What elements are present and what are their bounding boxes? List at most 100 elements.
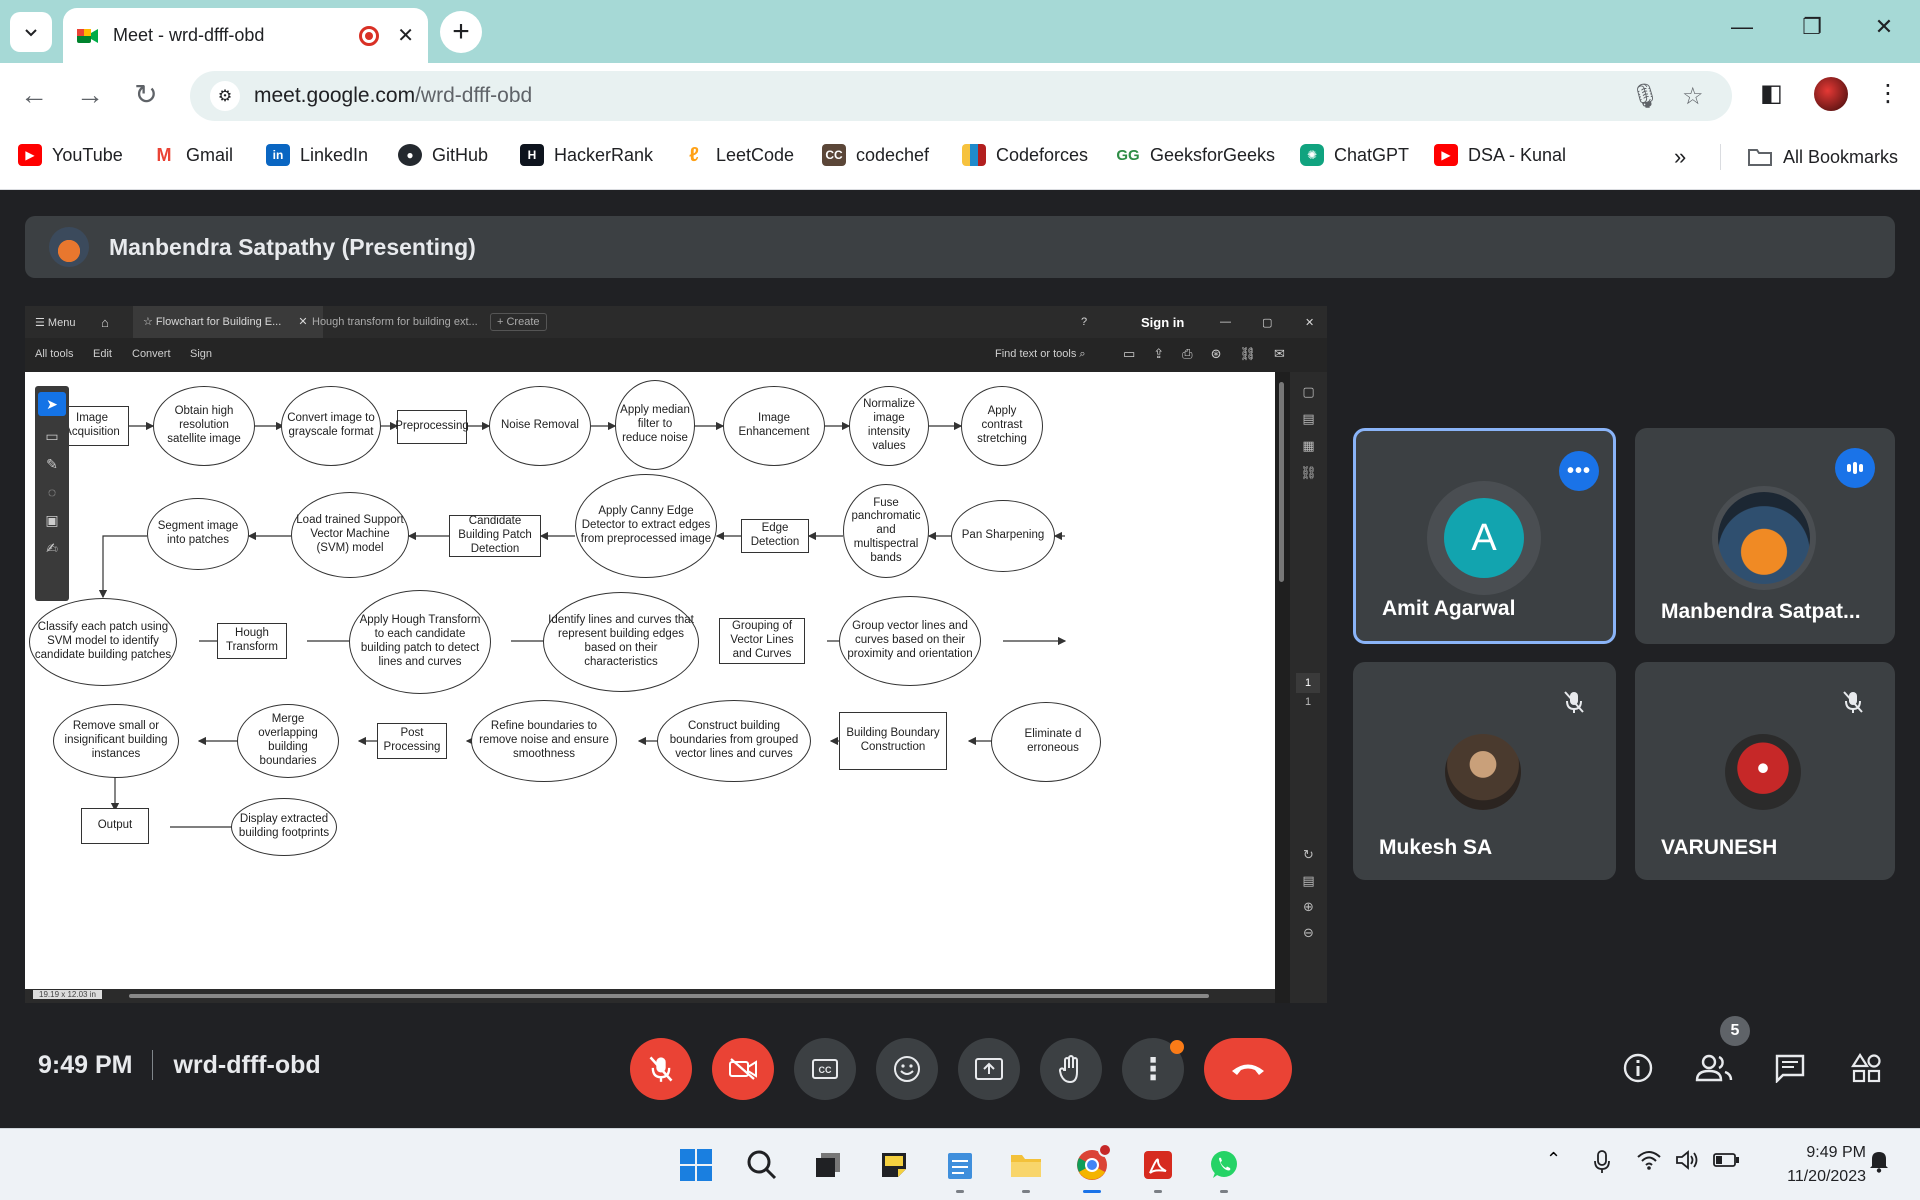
emoji-icon <box>894 1056 920 1082</box>
more-bookmarks-icon[interactable]: » <box>1674 144 1686 170</box>
gmail-icon: M <box>152 144 176 166</box>
task-view-button[interactable] <box>806 1143 850 1187</box>
raise-hand-button[interactable] <box>1040 1038 1102 1100</box>
codeforces-icon <box>962 144 986 166</box>
microphone-toggle-button[interactable] <box>630 1038 692 1100</box>
all-bookmarks-button[interactable]: All Bookmarks <box>1720 144 1898 170</box>
meeting-info-button[interactable] <box>1612 1042 1664 1094</box>
tray-overflow-icon[interactable]: ⌃ <box>1546 1149 1561 1170</box>
search-button[interactable] <box>740 1143 784 1187</box>
activities-button[interactable] <box>1840 1042 1892 1094</box>
bookmark-dsa-kunal[interactable]: ▶ DSA - Kunal <box>1434 144 1566 166</box>
new-tab-button[interactable]: + <box>440 11 482 53</box>
wifi-icon[interactable] <box>1636 1149 1662 1176</box>
flowchart-node: Normalize image intensity values <box>849 386 929 466</box>
flowchart-node: Merge overlapping building boundaries <box>237 704 339 778</box>
bookmark-codechef[interactable]: CC codechef <box>822 144 929 166</box>
flowchart-node: Edge Detection <box>741 519 809 553</box>
chat-button[interactable] <box>1764 1042 1816 1094</box>
bookmark-codeforces[interactable]: Codeforces <box>962 144 1088 166</box>
bookmark-star-icon[interactable]: ☆ <box>1682 82 1704 111</box>
system-clock[interactable]: 9:49 PM 11/20/2023 <box>1756 1141 1866 1189</box>
back-icon[interactable]: ← <box>16 77 52 113</box>
acrobat-quick-tools: ➤ ▭ ✎ ◌ ▣ ✍ <box>35 386 69 601</box>
bookmark-chatgpt[interactable]: ✺ ChatGPT <box>1300 144 1409 166</box>
whatsapp-app[interactable] <box>1202 1143 1246 1193</box>
participant-tile[interactable]: Manbendra Satpat... <box>1635 428 1895 644</box>
bookmark-github[interactable]: ● GitHub <box>398 144 488 166</box>
codechef-icon: CC <box>822 144 846 166</box>
tab-search-button[interactable] <box>10 12 52 52</box>
close-tab-icon[interactable]: ✕ <box>397 23 414 48</box>
site-info-icon[interactable]: ⚙ <box>210 81 240 111</box>
volume-icon[interactable] <box>1674 1149 1700 1176</box>
avatar <box>1718 492 1810 584</box>
acrobat-titlebar: ☰ Menu ⌂ ☆ Flowchart for Building E... ✕… <box>25 306 1327 338</box>
acrobat-app[interactable] <box>1136 1143 1180 1193</box>
horizontal-scrollbar: 19.19 x 12.03 in <box>25 989 1275 1003</box>
bookmark-youtube[interactable]: ▶ YouTube <box>18 144 123 166</box>
windows-icon <box>680 1149 712 1181</box>
side-panel-icon[interactable]: ◧ <box>1760 79 1783 108</box>
acrobat-restore-icon: ▢ <box>1262 316 1273 329</box>
hackerrank-icon: H <box>520 144 544 166</box>
shared-screen[interactable]: ☰ Menu ⌂ ☆ Flowchart for Building E... ✕… <box>25 306 1327 1003</box>
window-close-icon[interactable]: ✕ <box>1864 14 1904 40</box>
profile-avatar[interactable] <box>1814 77 1848 111</box>
more-options-icon[interactable]: ••• <box>1559 451 1599 491</box>
battery-icon[interactable] <box>1712 1149 1740 1176</box>
acrobat-toolbar: All tools Edit Convert Sign Find text or… <box>25 338 1327 372</box>
flowchart-node: Display extracted building footprints <box>231 798 337 856</box>
chat-icon <box>1775 1054 1805 1083</box>
tray-microphone-icon[interactable] <box>1592 1149 1612 1180</box>
comment-tools-icon: ▭ ✎ ◌ ▣ ✍ <box>45 428 59 556</box>
bookmark-geeksforgeeks[interactable]: GG GeeksforGeeks <box>1116 144 1275 166</box>
recording-icon <box>359 25 380 46</box>
present-icon <box>975 1058 1003 1080</box>
audio-bars-icon <box>1847 462 1863 474</box>
restore-icon[interactable]: ❐ <box>1792 14 1832 40</box>
file-explorer-app[interactable] <box>1004 1143 1048 1193</box>
url-path: /wrd-dfff-obd <box>415 84 533 107</box>
bookmark-gmail[interactable]: M Gmail <box>152 144 233 166</box>
captions-button[interactable]: CC <box>794 1038 856 1100</box>
participant-tile[interactable]: ••• A Amit Agarwal <box>1353 428 1616 644</box>
bookmark-hackerrank[interactable]: H HackerRank <box>520 144 653 166</box>
start-button[interactable] <box>674 1143 718 1187</box>
bookmark-leetcode[interactable]: ℓ LeetCode <box>682 144 794 166</box>
flowchart-node: Noise Removal <box>489 386 591 466</box>
present-screen-button[interactable] <box>958 1038 1020 1100</box>
notification-bell-icon[interactable] <box>1868 1149 1890 1178</box>
notepad-app[interactable] <box>938 1143 982 1193</box>
participant-tile[interactable]: Mukesh SA <box>1353 662 1616 880</box>
participant-tile[interactable]: VARUNESH <box>1635 662 1895 880</box>
flowchart-node: Post Processing <box>377 723 447 759</box>
forward-icon[interactable]: → <box>72 77 108 113</box>
active-tab[interactable]: Meet - wrd-dfff-obd ✕ <box>63 8 428 63</box>
sticky-notes-app[interactable] <box>872 1143 916 1187</box>
meeting-code: wrd-dfff-obd <box>173 1050 321 1079</box>
browser-menu-icon[interactable]: ⋮ <box>1876 79 1900 108</box>
divider <box>152 1050 154 1080</box>
acrobat-right-rail: ▢ ▤ ▦ ⛓ 1 1 ↻ ▤ ⊕ ⊖ <box>1290 372 1327 1003</box>
reactions-button[interactable] <box>876 1038 938 1100</box>
clock-time: 9:49 PM <box>1806 1144 1866 1161</box>
flowchart-node: Load trained Support Vector Machine (SVM… <box>291 492 409 578</box>
avatar <box>1445 734 1521 810</box>
hand-icon <box>1058 1055 1078 1084</box>
minimize-icon[interactable]: — <box>1722 14 1762 40</box>
camera-toggle-button[interactable] <box>712 1038 774 1100</box>
more-options-button[interactable]: ⋮ <box>1122 1038 1184 1100</box>
address-bar[interactable]: ⚙ meet.google.com/wrd-dfff-obd 🎙 ☆ <box>190 71 1732 121</box>
reload-icon[interactable]: ↻ <box>128 77 164 113</box>
people-button[interactable] <box>1688 1042 1740 1094</box>
leave-call-button[interactable] <box>1204 1038 1292 1100</box>
presenter-bar: Manbendra Satpathy (Presenting) <box>25 216 1895 278</box>
microphone-icon[interactable]: 🎙 <box>1630 82 1660 111</box>
meet-favicon-icon <box>77 28 98 43</box>
flowchart-node: Building Boundary Construction <box>839 712 947 770</box>
participant-name: Manbendra Satpat... <box>1661 600 1861 623</box>
mic-off-icon <box>649 1056 673 1082</box>
bookmark-linkedin[interactable]: in LinkedIn <box>266 144 368 166</box>
chrome-app[interactable] <box>1070 1143 1114 1193</box>
